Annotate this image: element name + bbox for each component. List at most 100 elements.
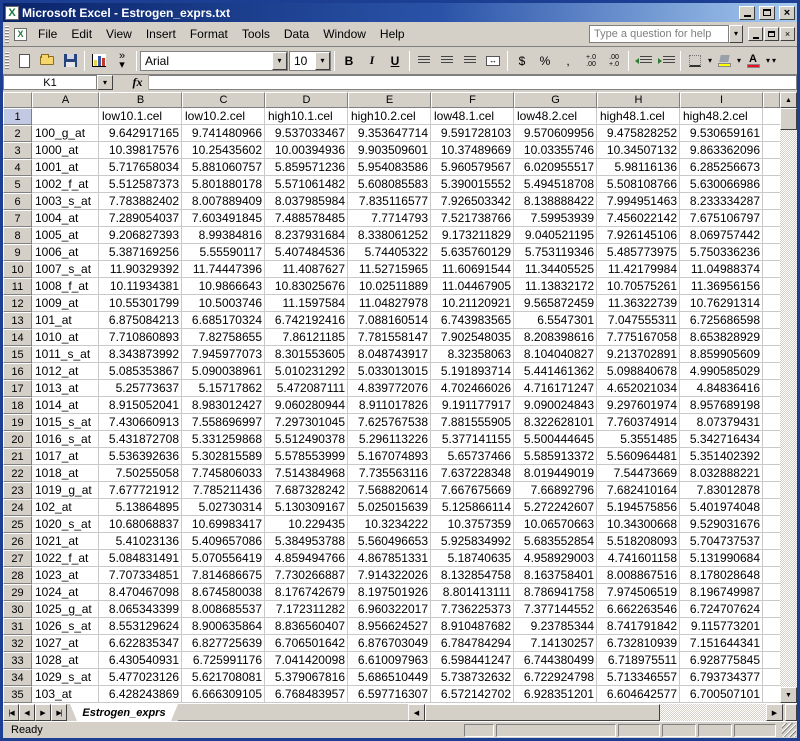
- cell[interactable]: [763, 142, 780, 159]
- menu-item-format[interactable]: Format: [183, 24, 235, 44]
- cell[interactable]: 6.732810939: [597, 635, 680, 652]
- row-header-14[interactable]: 14: [3, 329, 32, 346]
- cell[interactable]: 11.52715965: [348, 261, 431, 278]
- previous-sheet-button[interactable]: [19, 704, 35, 721]
- cell[interactable]: 7.041420098: [265, 652, 348, 669]
- row-header-2[interactable]: 2: [3, 125, 32, 142]
- cell[interactable]: 1015_s_at: [32, 414, 99, 431]
- cell[interactable]: 9.040521195: [514, 227, 597, 244]
- cell[interactable]: 5.578553999: [265, 448, 348, 465]
- cell[interactable]: 8.910487682: [431, 618, 514, 635]
- cell[interactable]: [763, 227, 780, 244]
- cell[interactable]: low10.2.cel: [182, 108, 265, 125]
- cell[interactable]: 5.296113226: [348, 431, 431, 448]
- cell[interactable]: 9.23785344: [514, 618, 597, 635]
- align-left-button[interactable]: [413, 50, 435, 72]
- vertical-scroll-track[interactable]: [780, 130, 797, 687]
- cell[interactable]: 9.530659161: [680, 125, 763, 142]
- cell[interactable]: [763, 448, 780, 465]
- cell[interactable]: 1006_at: [32, 244, 99, 261]
- cell[interactable]: 7.7714793: [348, 210, 431, 227]
- cell[interactable]: 9.741480966: [182, 125, 265, 142]
- cell[interactable]: 5.431872708: [99, 431, 182, 448]
- cell[interactable]: 5.407484536: [265, 244, 348, 261]
- cell[interactable]: 1017_at: [32, 448, 99, 465]
- cell[interactable]: 6.685170324: [182, 312, 265, 329]
- cell[interactable]: 5.621708081: [182, 669, 265, 686]
- cell[interactable]: 1014_at: [32, 397, 99, 414]
- cell[interactable]: 101_at: [32, 312, 99, 329]
- cell[interactable]: 6.597716307: [348, 686, 431, 703]
- cell[interactable]: [763, 414, 780, 431]
- cell[interactable]: 7.603491845: [182, 210, 265, 227]
- increase-indent-button[interactable]: [655, 50, 677, 72]
- cell[interactable]: 5.331259868: [182, 431, 265, 448]
- cell[interactable]: 5.508108766: [597, 176, 680, 193]
- cell[interactable]: 10.9866643: [182, 278, 265, 295]
- scroll-down-button[interactable]: ▼: [780, 687, 797, 703]
- cell[interactable]: 5.585913372: [514, 448, 597, 465]
- cell[interactable]: 6.610097963: [348, 652, 431, 669]
- column-header-D[interactable]: D: [265, 92, 348, 108]
- cell[interactable]: low48.1.cel: [431, 108, 514, 125]
- column-header-F[interactable]: F: [431, 92, 514, 108]
- menu-item-window[interactable]: Window: [316, 24, 373, 44]
- cell[interactable]: 6.742192416: [265, 312, 348, 329]
- cell[interactable]: 11.36956156: [680, 278, 763, 295]
- cell[interactable]: [763, 431, 780, 448]
- cell[interactable]: 5.033013015: [348, 363, 431, 380]
- cell[interactable]: 8.801413111: [431, 584, 514, 601]
- cell[interactable]: 5.536392636: [99, 448, 182, 465]
- row-header-4[interactable]: 4: [3, 159, 32, 176]
- cell[interactable]: 7.710860893: [99, 329, 182, 346]
- italic-button[interactable]: I: [361, 50, 383, 72]
- cell[interactable]: 5.500444645: [514, 431, 597, 448]
- borders-dropdown-icon[interactable]: ▾: [708, 56, 712, 65]
- cell[interactable]: 7.430660913: [99, 414, 182, 431]
- cell[interactable]: 9.191177917: [431, 397, 514, 414]
- font-color-button[interactable]: A: [742, 50, 764, 72]
- cell[interactable]: 6.428243869: [99, 686, 182, 703]
- cell[interactable]: 5.512587373: [99, 176, 182, 193]
- cell[interactable]: 8.338061252: [348, 227, 431, 244]
- cell[interactable]: 6.876703049: [348, 635, 431, 652]
- cell[interactable]: 10.37489669: [431, 142, 514, 159]
- font-name-combo[interactable]: Arial ▾: [140, 51, 288, 71]
- cell[interactable]: high10.2.cel: [348, 108, 431, 125]
- cell[interactable]: 7.297301045: [265, 414, 348, 431]
- cell[interactable]: 4.84836416: [680, 380, 763, 397]
- cell[interactable]: 8.163758401: [514, 567, 597, 584]
- cell[interactable]: 5.571061482: [265, 176, 348, 193]
- maximize-button[interactable]: [759, 6, 775, 20]
- cell[interactable]: 5.090038961: [182, 363, 265, 380]
- cell[interactable]: 6.725686598: [680, 312, 763, 329]
- cell[interactable]: 7.760374914: [597, 414, 680, 431]
- minimize-button[interactable]: [739, 6, 755, 20]
- open-button[interactable]: [36, 50, 58, 72]
- column-header-G[interactable]: G: [514, 92, 597, 108]
- cell[interactable]: 11.13832172: [514, 278, 597, 295]
- chart-wizard-button[interactable]: [88, 50, 110, 72]
- row-header-17[interactable]: 17: [3, 380, 32, 397]
- cell[interactable]: 8.983012427: [182, 397, 265, 414]
- scroll-left-button[interactable]: ◀: [408, 704, 425, 721]
- cell[interactable]: 1000_at: [32, 142, 99, 159]
- cell[interactable]: 8.900635864: [182, 618, 265, 635]
- cell[interactable]: 5.74405322: [348, 244, 431, 261]
- cell[interactable]: 8.653828929: [680, 329, 763, 346]
- cell[interactable]: 5.477023126: [99, 669, 182, 686]
- cell[interactable]: [763, 346, 780, 363]
- cell[interactable]: 9.090024843: [514, 397, 597, 414]
- cell[interactable]: 10.229435: [265, 516, 348, 533]
- cell[interactable]: 8.138888422: [514, 193, 597, 210]
- cell[interactable]: 8.32358063: [431, 346, 514, 363]
- cell[interactable]: 1004_at: [32, 210, 99, 227]
- cell[interactable]: 5.954083586: [348, 159, 431, 176]
- row-header-12[interactable]: 12: [3, 295, 32, 312]
- cell[interactable]: 7.974506519: [597, 584, 680, 601]
- row-header-21[interactable]: 21: [3, 448, 32, 465]
- cell[interactable]: 1008_f_at: [32, 278, 99, 295]
- cell[interactable]: 7.677721912: [99, 482, 182, 499]
- cell[interactable]: 6.722924798: [514, 669, 597, 686]
- cell[interactable]: 5.387169256: [99, 244, 182, 261]
